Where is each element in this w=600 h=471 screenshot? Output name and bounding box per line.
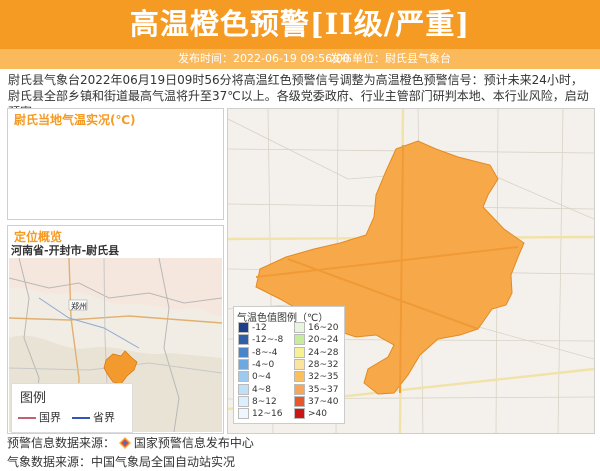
temperature-color-swatch <box>294 395 305 407</box>
observation-title: 尉氏当地气温实况(℃) <box>14 113 136 127</box>
temperature-range-label: 8~12 <box>252 396 277 407</box>
warning-source-line: 预警信息数据来源： 国家预警信息发布中心 <box>7 434 254 451</box>
temperature-legend-item: -12 <box>238 322 267 334</box>
temperature-legend-item: 32~35 <box>294 371 338 383</box>
temperature-legend-item: 24~28 <box>294 346 339 359</box>
zhengzhou-label: 郑州 <box>71 302 87 311</box>
temperature-color-swatch <box>238 371 249 383</box>
national-border-line-icon <box>18 417 36 419</box>
temperature-color-swatch <box>238 334 249 346</box>
temperature-range-label: -12 <box>252 323 267 333</box>
temperature-legend-item: 16~20 <box>294 322 338 334</box>
temperature-legend-item: 0~4 <box>238 371 271 383</box>
temperature-range-label: 0~4 <box>252 372 271 383</box>
temperature-range-label: 16~20 <box>308 323 339 333</box>
publish-unit: 发布单位：尉氏县气象台 <box>330 52 451 65</box>
temperature-legend-item: 35~37 <box>294 383 339 396</box>
alert-meta-bar: 发布时间：2022-06-19 09:56:00 发布单位：尉氏县气象台 <box>0 49 600 69</box>
temperature-range-label: 28~32 <box>308 359 339 370</box>
temperature-legend-item: -4~0 <box>238 358 275 371</box>
temperature-legend-item: -12~-8 <box>238 334 283 346</box>
warning-source-name[interactable]: 国家预警信息发布中心 <box>134 436 254 450</box>
temperature-legend-item: 12~16 <box>238 408 282 420</box>
temperature-range-label: 12~16 <box>252 409 283 420</box>
weather-source-line: 气象数据来源：中国气象局全国自动站实况 <box>7 455 236 469</box>
temperature-range-label: 4~8 <box>252 384 271 395</box>
temperature-color-swatch <box>238 408 249 420</box>
temperature-legend-item: 20~24 <box>294 334 338 346</box>
warning-source-label: 预警信息数据来源： <box>7 436 116 450</box>
temperature-color-swatch <box>294 346 305 358</box>
temperature-legend-item: >40 <box>294 408 327 420</box>
temperature-color-swatch <box>238 383 249 395</box>
temperature-range-label: -8~-4 <box>252 347 278 358</box>
temperature-legend-item: 8~12 <box>238 395 277 408</box>
observation-panel: 尉氏当地气温实况(℃) <box>7 108 224 220</box>
release-center-logo-icon <box>118 437 131 449</box>
temperature-legend-item: 4~8 <box>238 383 271 396</box>
temperature-color-swatch <box>238 395 249 407</box>
location-legend-title: 图例 <box>20 391 47 406</box>
alert-title: 高温橙色预警[II级/严重] <box>129 7 471 41</box>
temperature-range-label: 32~35 <box>308 372 339 383</box>
temperature-color-swatch <box>294 408 305 420</box>
legend-national-border: 国界 <box>18 409 61 425</box>
legend-provincial-border: 省界 <box>72 409 115 425</box>
alert-header: 高温橙色预警[II级/严重] <box>0 0 600 49</box>
temperature-color-swatch <box>294 371 305 383</box>
temperature-color-swatch <box>238 346 249 358</box>
temperature-color-swatch <box>238 358 249 370</box>
temperature-range-label: -12~-8 <box>252 335 284 346</box>
temperature-color-swatch <box>294 383 305 395</box>
region-map-panel[interactable]: 气温色值图例（℃） -12 16~20 -12~-8 20~24 -8~-4 24~28-… <box>227 108 595 434</box>
temperature-range-label: 35~37 <box>308 384 339 395</box>
temperature-range-label: -4~0 <box>252 359 275 370</box>
temperature-range-label: >40 <box>308 409 327 420</box>
provincial-border-line-icon <box>72 417 90 419</box>
temperature-legend-item: 28~32 <box>294 358 339 371</box>
location-legend: 图例 国界 省界 <box>11 383 133 433</box>
temperature-range-label: 20~24 <box>308 335 339 346</box>
temperature-range-label: 37~40 <box>308 396 339 407</box>
temperature-color-swatch <box>294 322 305 333</box>
temperature-color-swatch <box>238 322 249 333</box>
location-panel: 定位概览 河南省-开封市-尉氏县 郑州 图例 国界 省界 <box>7 225 224 434</box>
temperature-color-swatch <box>294 334 305 346</box>
temperature-legend-item: 37~40 <box>294 395 339 408</box>
location-path: 河南省-开封市-尉氏县 <box>11 244 120 257</box>
publish-time: 发布时间：2022-06-19 09:56:00 <box>178 52 350 65</box>
temperature-range-label: 24~28 <box>308 347 339 358</box>
temperature-legend-item: -8~-4 <box>238 346 278 359</box>
temperature-legend: 气温色值图例（℃） -12 16~20 -12~-8 20~24 -8~-4 24~28-… <box>233 306 345 424</box>
temperature-color-swatch <box>294 358 305 370</box>
